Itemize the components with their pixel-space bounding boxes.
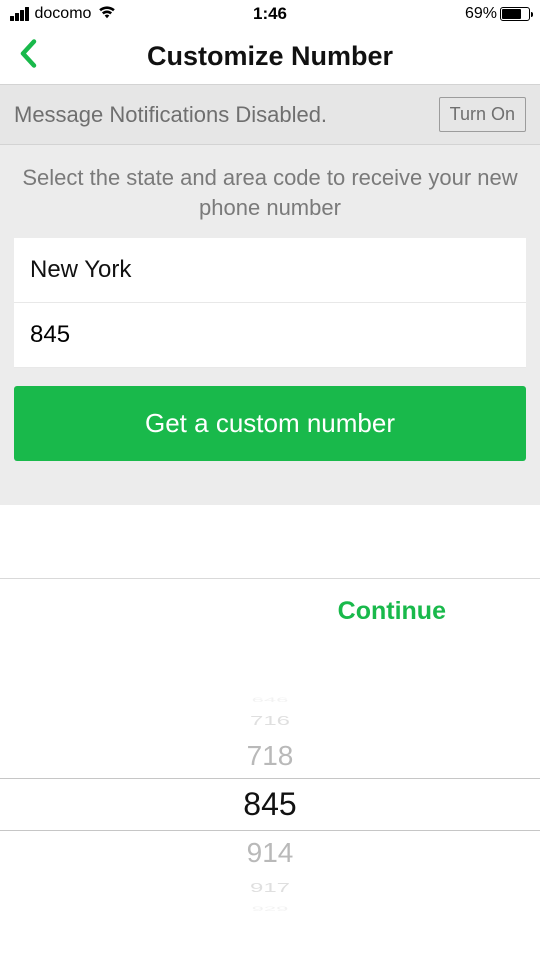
picker-item[interactable]: 914 <box>0 831 540 875</box>
banner-message: Message Notifications Disabled. <box>14 102 327 128</box>
picker-item[interactable]: 917 <box>0 881 540 895</box>
picker-item[interactable]: 646 <box>0 698 540 703</box>
state-field[interactable]: New York <box>14 238 526 303</box>
turn-on-button[interactable]: Turn On <box>439 97 526 132</box>
carrier-label: docomo <box>35 5 92 23</box>
battery-percent: 69% <box>465 5 497 23</box>
continue-button[interactable]: Continue <box>338 597 446 626</box>
wifi-icon <box>97 4 117 24</box>
picker-item[interactable]: 845 <box>0 778 540 831</box>
area-code-picker[interactable]: 646 716 718845914 917 929 <box>0 644 540 964</box>
nav-bar: Customize Number <box>0 28 540 84</box>
picker-item[interactable]: 716 <box>0 714 540 728</box>
back-button[interactable] <box>12 33 44 80</box>
picker-panel: Continue 646 716 718845914 917 929 <box>0 578 540 960</box>
battery-icon <box>500 7 530 21</box>
area-code-field[interactable] <box>14 303 526 368</box>
state-value: New York <box>30 256 131 283</box>
picker-toolbar: Continue <box>0 578 540 644</box>
area-code-input[interactable] <box>30 321 510 349</box>
page-title: Customize Number <box>147 41 393 72</box>
chevron-left-icon <box>18 39 38 69</box>
instructions-text: Select the state and area code to receiv… <box>14 163 526 222</box>
clock: 1:46 <box>253 4 287 24</box>
get-number-button[interactable]: Get a custom number <box>14 386 526 461</box>
status-bar: docomo 1:46 69% <box>0 0 540 28</box>
signal-icon <box>10 7 29 21</box>
notification-banner: Message Notifications Disabled. Turn On <box>0 84 540 145</box>
form-area: Select the state and area code to receiv… <box>0 145 540 505</box>
picker-item[interactable]: 929 <box>0 907 540 912</box>
picker-item[interactable]: 718 <box>0 734 540 778</box>
